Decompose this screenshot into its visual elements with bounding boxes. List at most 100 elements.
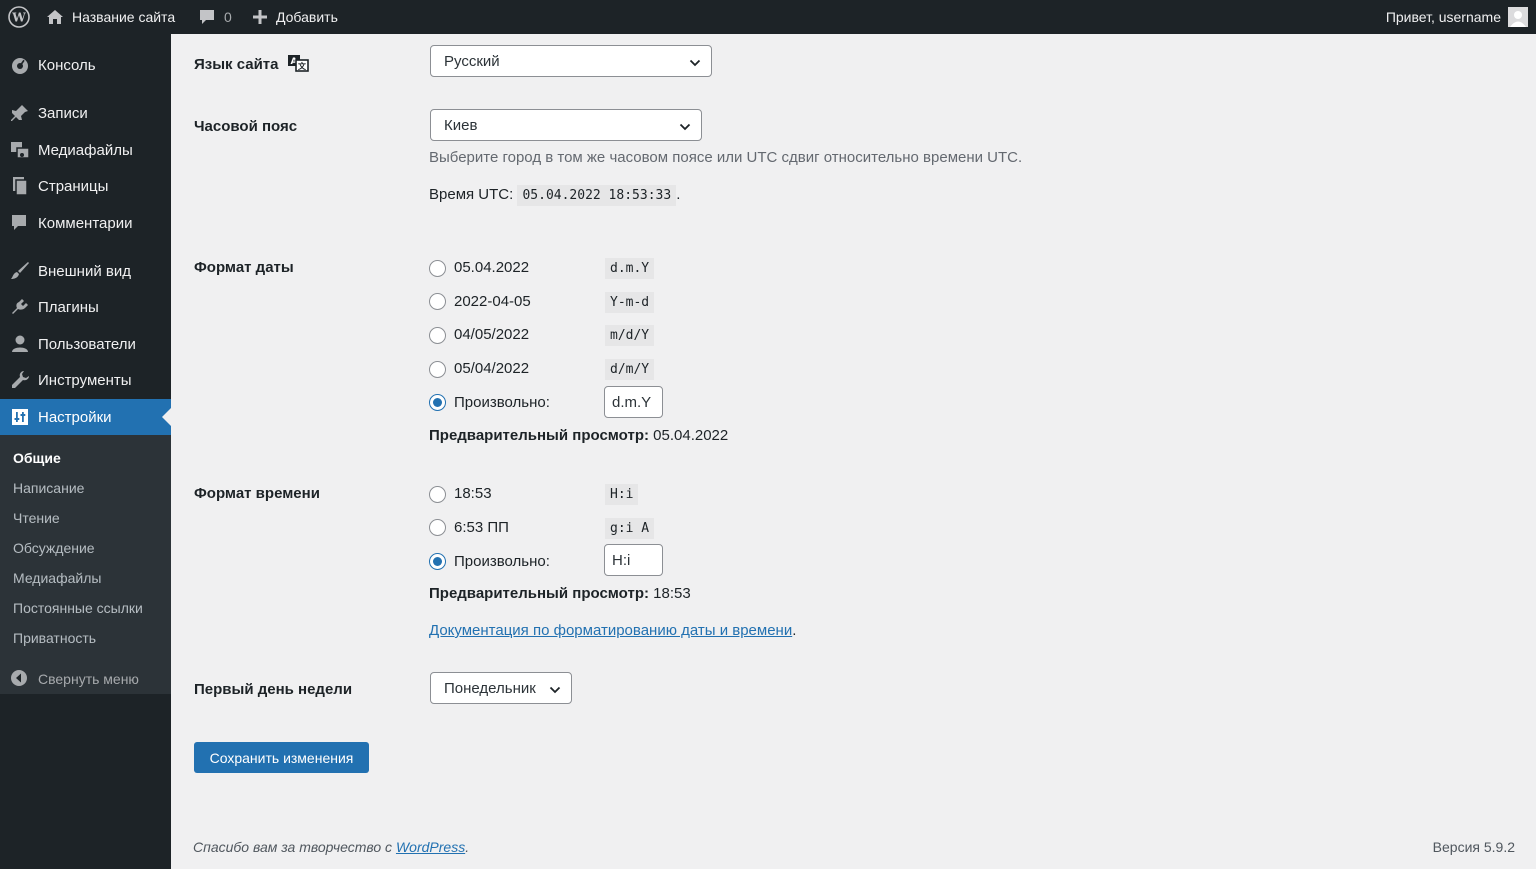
time-format-radio-2[interactable]: [429, 519, 446, 536]
menu-label: Настройки: [38, 408, 112, 426]
svg-text:W: W: [11, 11, 26, 25]
plus-icon: [252, 9, 268, 25]
wrench-icon: [10, 370, 30, 390]
date-format-option-label[interactable]: 05.04.2022: [454, 259, 529, 276]
comments-link[interactable]: 0: [199, 0, 232, 34]
timezone-description: Выберите город в том же часовом поясе ил…: [429, 149, 1023, 166]
date-format-radio-custom[interactable]: [429, 394, 446, 411]
menu-item-pages[interactable]: Страницы: [0, 169, 171, 203]
dashboard-icon: [10, 55, 30, 75]
date-format-label: Формат даты: [194, 259, 294, 276]
wordpress-logo-icon[interactable]: W: [8, 0, 30, 34]
collapse-menu-button[interactable]: Свернуть меню: [0, 667, 171, 691]
pages-icon: [10, 176, 30, 196]
submenu-item-general[interactable]: Общие: [13, 450, 61, 466]
submenu-item-privacy[interactable]: Приватность: [13, 630, 96, 646]
date-format-code: Y-m-d: [605, 292, 655, 313]
utc-value: 05.04.2022 18:53:33: [517, 185, 677, 206]
date-format-option-label[interactable]: 2022-04-05: [454, 293, 531, 310]
date-format-custom-label[interactable]: Произвольно:: [454, 394, 550, 411]
date-format-option-label[interactable]: 05/04/2022: [454, 360, 529, 377]
time-format-radio-custom[interactable]: [429, 553, 446, 570]
preview-value: 05.04.2022: [653, 427, 729, 444]
menu-label: Плагины: [38, 298, 99, 316]
menu-label: Страницы: [38, 177, 109, 195]
collapse-label: Свернуть меню: [38, 671, 139, 687]
date-format-preview: Предварительный просмотр: 05.04.2022: [429, 427, 728, 444]
menu-label: Пользователи: [38, 335, 136, 353]
time-format-custom-input[interactable]: H:i: [604, 544, 663, 576]
submenu-item-discussion[interactable]: Обсуждение: [13, 540, 95, 556]
settings-submenu: Общие Написание Чтение Обсуждение Медиаф…: [0, 435, 171, 694]
date-format-radio-2[interactable]: [429, 293, 446, 310]
date-format-code: d/m/Y: [605, 359, 655, 380]
add-new-label: Добавить: [276, 9, 338, 25]
preview-label: Предварительный просмотр:: [429, 585, 649, 602]
week-start-value: Понедельник: [444, 679, 536, 697]
comments-count: 0: [224, 9, 232, 25]
time-format-code: g:i A: [605, 518, 655, 539]
submenu-item-reading[interactable]: Чтение: [13, 510, 60, 526]
date-format-radio-4[interactable]: [429, 361, 446, 378]
date-format-code: d.m.Y: [605, 258, 655, 279]
avatar: [1508, 7, 1528, 27]
menu-item-settings[interactable]: Настройки: [0, 399, 171, 435]
menu-item-tools[interactable]: Инструменты: [0, 363, 171, 397]
date-format-code: m/d/Y: [605, 325, 655, 346]
doc-link-suffix: .: [792, 622, 797, 639]
submenu-item-media[interactable]: Медиафайлы: [13, 570, 101, 586]
time-format-preview: Предварительный просмотр: 18:53: [429, 585, 691, 602]
date-time-doc-link[interactable]: Документация по форматированию даты и вр…: [429, 622, 792, 639]
chevron-down-icon: [689, 56, 701, 73]
menu-label: Записи: [38, 104, 88, 122]
menu-item-media[interactable]: Медиафайлы: [0, 133, 171, 167]
comment-icon: [199, 9, 215, 25]
user-icon: [10, 334, 30, 354]
comment-icon: [10, 213, 30, 233]
timezone-select[interactable]: Киев: [430, 109, 702, 141]
account-link[interactable]: Привет, username: [1386, 0, 1528, 34]
date-format-custom-input[interactable]: d.m.Y: [604, 386, 663, 418]
time-format-option-label[interactable]: 6:53 ПП: [454, 519, 509, 536]
menu-label: Консоль: [38, 56, 96, 74]
footer-thanks-text: Спасибо вам за творчество с: [193, 839, 396, 855]
menu-item-plugins[interactable]: Плагины: [0, 290, 171, 324]
menu-item-posts[interactable]: Записи: [0, 96, 171, 130]
menu-item-users[interactable]: Пользователи: [0, 327, 171, 361]
wordpress-link[interactable]: WordPress: [396, 839, 465, 855]
menu-item-dashboard[interactable]: Консоль: [0, 48, 171, 82]
add-new-link[interactable]: Добавить: [252, 0, 338, 34]
preview-value: 18:53: [653, 585, 691, 602]
menu-label: Инструменты: [38, 371, 132, 389]
time-format-custom-label[interactable]: Произвольно:: [454, 553, 550, 570]
media-icon: [10, 140, 30, 160]
date-format-radio-3[interactable]: [429, 327, 446, 344]
date-format-radio-1[interactable]: [429, 260, 446, 277]
submenu-item-permalinks[interactable]: Постоянные ссылки: [13, 600, 143, 616]
time-format-option-label[interactable]: 18:53: [454, 485, 492, 502]
time-format-label: Формат времени: [194, 485, 320, 502]
pin-icon: [10, 103, 30, 123]
timezone-select-value: Киев: [444, 116, 478, 134]
menu-item-comments[interactable]: Комментарии: [0, 206, 171, 240]
time-format-radio-1[interactable]: [429, 486, 446, 503]
timezone-label: Часовой пояс: [194, 118, 298, 135]
date-format-option-label[interactable]: 04/05/2022: [454, 326, 529, 343]
language-label: Язык сайта A文: [194, 54, 309, 76]
save-changes-button[interactable]: Сохранить изменения: [194, 742, 369, 773]
site-name: Название сайта: [72, 9, 176, 25]
preview-label: Предварительный просмотр:: [429, 427, 649, 444]
admin-bar: W Название сайта 0 Добавить Привет, user…: [0, 0, 1536, 34]
footer-thanks-suffix: .: [465, 839, 470, 855]
menu-item-appearance[interactable]: Внешний вид: [0, 254, 171, 288]
week-start-select[interactable]: Понедельник: [430, 672, 572, 704]
submenu-item-writing[interactable]: Написание: [13, 480, 84, 496]
home-icon: [46, 9, 64, 25]
time-format-code: H:i: [605, 484, 639, 505]
site-name-link[interactable]: Название сайта: [46, 0, 175, 34]
chevron-down-icon: [549, 683, 561, 700]
footer-thanks: Спасибо вам за творчество с WordPress.: [193, 839, 469, 855]
menu-label: Медиафайлы: [38, 141, 133, 159]
doc-link-line: Документация по форматированию даты и вр…: [429, 622, 796, 639]
language-select[interactable]: Русский: [430, 45, 712, 77]
